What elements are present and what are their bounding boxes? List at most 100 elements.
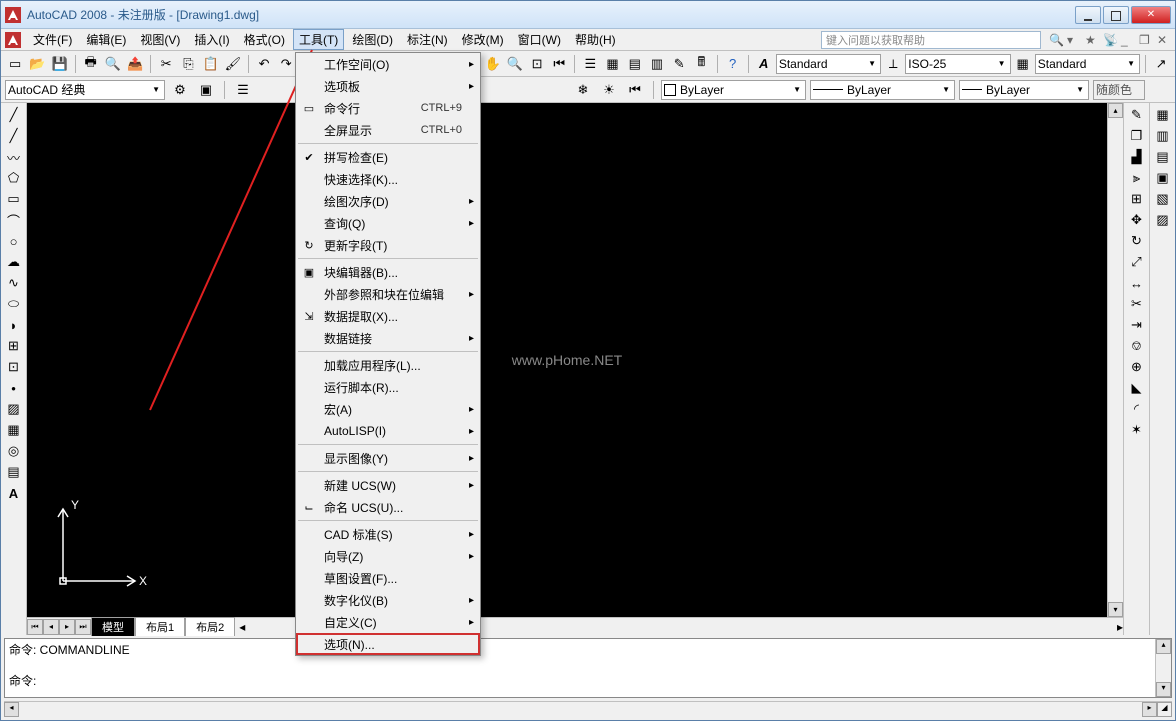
- lineweight-combo[interactable]: ByLayer▼: [959, 80, 1089, 100]
- help-button[interactable]: ?: [722, 53, 742, 75]
- menu-draftsettings[interactable]: 草图设置(F)...: [296, 567, 480, 589]
- open-button[interactable]: 📂: [27, 53, 47, 75]
- menu-help[interactable]: 帮助(H): [569, 29, 622, 50]
- zoom-window-button[interactable]: ⊡: [527, 53, 547, 75]
- doc-close-button[interactable]: ✕: [1157, 33, 1171, 47]
- color-combo[interactable]: ByLayer▼: [661, 80, 806, 100]
- canvas-scrollbar-v[interactable]: ▴ ▾: [1107, 103, 1123, 617]
- menu-macro[interactable]: 宏(A): [296, 398, 480, 420]
- menu-dataextract[interactable]: ⇲数据提取(X)...: [296, 305, 480, 327]
- scroll-right-button[interactable]: ▸: [1142, 702, 1157, 717]
- ellipse-arc-tool[interactable]: ◗: [3, 315, 25, 335]
- region-tool[interactable]: ◎: [3, 441, 25, 461]
- star-icon[interactable]: ★: [1085, 33, 1099, 47]
- layer-states-icon[interactable]: ☀: [598, 79, 620, 101]
- scroll-track[interactable]: [1108, 118, 1123, 602]
- menu-runscript[interactable]: 运行脚本(R)...: [296, 376, 480, 398]
- join-tool[interactable]: ⊕: [1126, 357, 1148, 377]
- plot-button[interactable]: 🖶: [81, 53, 101, 75]
- copy-button[interactable]: ⎘: [178, 53, 198, 75]
- menu-xrefedit[interactable]: 外部参照和块在位编辑: [296, 283, 480, 305]
- array-tool[interactable]: ⊞: [1126, 189, 1148, 209]
- line-tool[interactable]: ╱: [3, 105, 25, 125]
- paste-button[interactable]: 📋: [201, 53, 221, 75]
- zoom-button[interactable]: 🔍: [505, 53, 525, 75]
- menu-cadstandards[interactable]: CAD 标准(S): [296, 523, 480, 545]
- rectangle-tool[interactable]: ▭: [3, 189, 25, 209]
- mirror-tool[interactable]: ▟: [1126, 147, 1148, 167]
- markup-button[interactable]: ✎: [669, 53, 689, 75]
- cut-button[interactable]: ✂: [156, 53, 176, 75]
- workspace-settings-icon[interactable]: ⚙: [169, 79, 191, 101]
- table-style-combo[interactable]: Standard▼: [1035, 54, 1140, 74]
- hatch-tool[interactable]: ▨: [3, 399, 25, 419]
- dim-style-combo[interactable]: ISO-25▼: [905, 54, 1010, 74]
- ref-3-icon[interactable]: ▤: [1152, 147, 1174, 167]
- extend-tool[interactable]: ⇥: [1126, 315, 1148, 335]
- tab-first-button[interactable]: ⏮: [27, 619, 43, 635]
- linetype-combo[interactable]: ByLayer▼: [810, 80, 955, 100]
- explode-tool[interactable]: ✶: [1126, 420, 1148, 440]
- menu-format[interactable]: 格式(O): [238, 29, 291, 50]
- polygon-tool[interactable]: ⬠: [3, 168, 25, 188]
- tab-model[interactable]: 模型: [91, 617, 135, 636]
- zoom-prev-button[interactable]: ⏮: [549, 53, 569, 75]
- tool-palette-button[interactable]: ▤: [625, 53, 645, 75]
- match-button[interactable]: 🖌: [223, 53, 243, 75]
- save-button[interactable]: 💾: [49, 53, 69, 75]
- arc-tool[interactable]: ⌒: [3, 210, 25, 230]
- pline-tool[interactable]: 〰: [3, 147, 25, 167]
- menu-workspace[interactable]: 工作空间(O): [296, 53, 480, 75]
- undo-button[interactable]: ↶: [254, 53, 274, 75]
- scroll-up-button[interactable]: ▴: [1156, 639, 1171, 654]
- multileader-icon[interactable]: ↗: [1151, 53, 1171, 75]
- tab-next-button[interactable]: ▸: [59, 619, 75, 635]
- menu-loadapp[interactable]: 加载应用程序(L)...: [296, 354, 480, 376]
- design-center-button[interactable]: ▦: [602, 53, 622, 75]
- text-style-combo[interactable]: Standard▼: [776, 54, 881, 74]
- menu-dimension[interactable]: 标注(N): [401, 29, 454, 50]
- doc-restore-button[interactable]: ❐: [1139, 33, 1153, 47]
- menu-quickselect[interactable]: 快速选择(K)...: [296, 168, 480, 190]
- menu-edit[interactable]: 编辑(E): [80, 29, 132, 50]
- stretch-tool[interactable]: ↔: [1126, 273, 1148, 293]
- menu-window[interactable]: 窗口(W): [512, 29, 567, 50]
- scale-tool[interactable]: ⤢: [1126, 252, 1148, 272]
- gradient-tool[interactable]: ▦: [3, 420, 25, 440]
- copy-tool[interactable]: ❐: [1126, 126, 1148, 146]
- scroll-down-button[interactable]: ▾: [1156, 682, 1171, 697]
- workspace-lock-icon[interactable]: ▣: [195, 79, 217, 101]
- point-tool[interactable]: •: [3, 378, 25, 398]
- menu-newucs[interactable]: 新建 UCS(W): [296, 474, 480, 496]
- layer-freeze-icon[interactable]: ❄: [572, 79, 594, 101]
- menu-modify[interactable]: 修改(M): [456, 29, 510, 50]
- ref-2-icon[interactable]: ▥: [1152, 126, 1174, 146]
- move-tool[interactable]: ✥: [1126, 210, 1148, 230]
- menu-customize[interactable]: 自定义(C): [296, 611, 480, 633]
- chamfer-tool[interactable]: ◣: [1126, 378, 1148, 398]
- properties-button[interactable]: ☰: [580, 53, 600, 75]
- menu-tablet[interactable]: 数字化仪(B): [296, 589, 480, 611]
- close-button[interactable]: ✕: [1131, 6, 1171, 24]
- layer-props-button[interactable]: ☰: [232, 79, 254, 101]
- break-tool[interactable]: ⎊: [1126, 336, 1148, 356]
- calc-button[interactable]: 🖩: [691, 53, 711, 75]
- menu-palettes[interactable]: 选项板: [296, 75, 480, 97]
- menu-wizard[interactable]: 向导(Z): [296, 545, 480, 567]
- pan-button[interactable]: ✋: [482, 53, 502, 75]
- menu-draw[interactable]: 绘图(D): [346, 29, 399, 50]
- tab-last-button[interactable]: ⏭: [75, 619, 91, 635]
- insert-block-tool[interactable]: ⊞: [3, 336, 25, 356]
- revcloud-tool[interactable]: ☁: [3, 252, 25, 272]
- offset-tool[interactable]: ⫸: [1126, 168, 1148, 188]
- new-button[interactable]: ▭: [5, 53, 25, 75]
- tab-prev-button[interactable]: ◂: [43, 619, 59, 635]
- menu-showimage[interactable]: 显示图像(Y): [296, 447, 480, 469]
- ref-4-icon[interactable]: ▣: [1152, 168, 1174, 188]
- dim-style-icon[interactable]: ⟂: [883, 53, 903, 75]
- menu-autolisp[interactable]: AutoLISP(I): [296, 420, 480, 442]
- maximize-button[interactable]: [1103, 6, 1129, 24]
- fillet-tool[interactable]: ◜: [1126, 399, 1148, 419]
- comm-icon[interactable]: 📡: [1103, 33, 1117, 47]
- resize-grip[interactable]: ◢: [1157, 702, 1172, 717]
